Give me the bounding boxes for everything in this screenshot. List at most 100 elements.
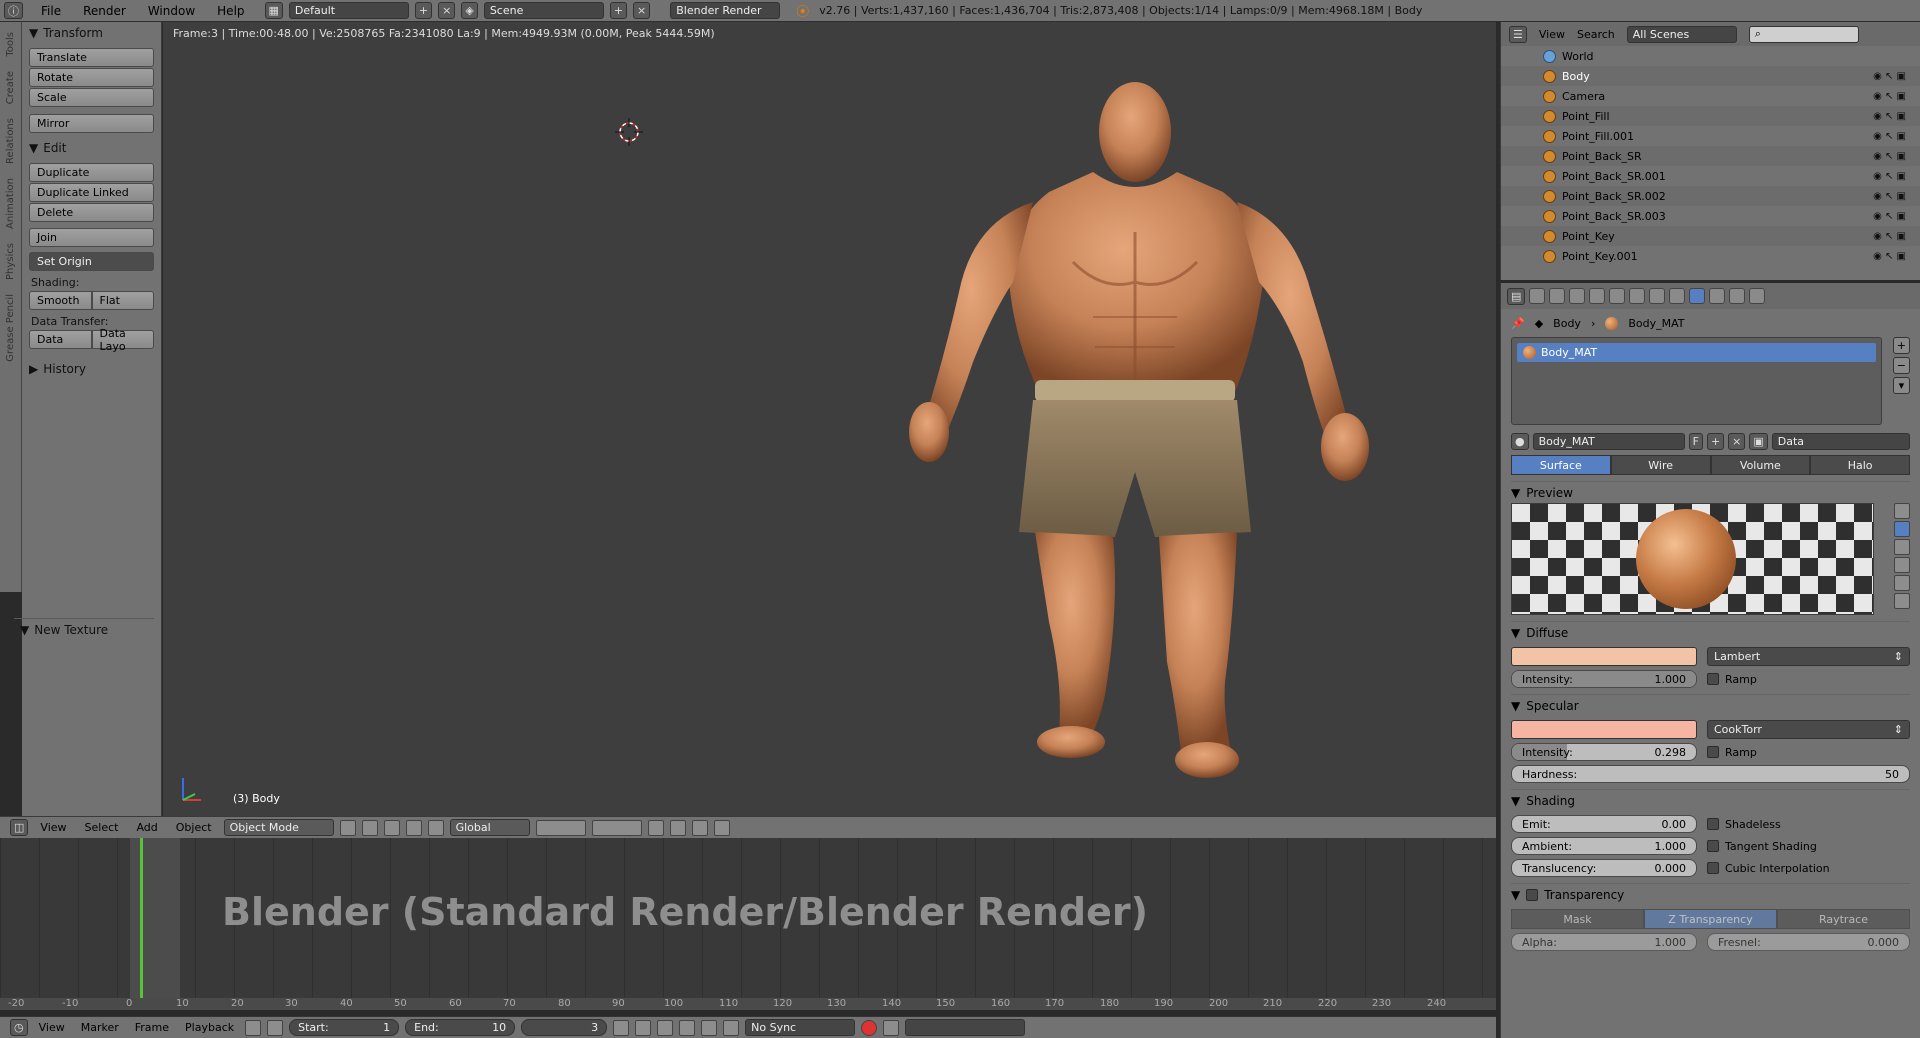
transparency-enable-checkbox[interactable]: [1526, 888, 1539, 901]
duplicate-linked-button[interactable]: Duplicate Linked: [29, 183, 154, 202]
outliner-item-lamp[interactable]: Point_Key.001 ◉ ↖ ▣: [1501, 246, 1920, 266]
3d-viewport[interactable]: Frame:3 | Time:00:48.00 | Ve:2508765 Fa:…: [163, 22, 1496, 830]
transparency-panel-header[interactable]: ▼ Transparency: [1511, 883, 1910, 905]
menu-render[interactable]: Render: [83, 4, 126, 18]
z-transparency-tab[interactable]: Z Transparency: [1644, 909, 1777, 929]
pivot-point-icon[interactable]: [361, 819, 378, 836]
play-icon[interactable]: [679, 1019, 696, 1036]
add-scene-icon[interactable]: +: [609, 2, 628, 19]
visibility-toggles[interactable]: ◉ ↖ ▣: [1873, 171, 1906, 182]
layer-lock-icon[interactable]: [647, 819, 664, 836]
join-button[interactable]: Join: [29, 228, 154, 247]
menu-file[interactable]: File: [41, 4, 61, 18]
jump-start-icon[interactable]: [613, 1019, 630, 1036]
mode-dropdown[interactable]: Object Mode: [223, 819, 334, 836]
outliner-item-lamp[interactable]: Point_Key ◉ ↖ ▣: [1501, 226, 1920, 246]
wire-tab[interactable]: Wire: [1610, 455, 1711, 475]
menu-search[interactable]: Search: [1577, 28, 1615, 41]
menu-help[interactable]: Help: [217, 4, 244, 18]
duplicate-button[interactable]: Duplicate: [29, 163, 154, 182]
preview-cube-icon[interactable]: [1894, 539, 1910, 555]
visibility-toggles[interactable]: ◉ ↖ ▣: [1873, 231, 1906, 242]
surface-tab[interactable]: Surface: [1511, 455, 1611, 475]
scene-field[interactable]: Scene: [483, 2, 604, 19]
remove-slot-icon[interactable]: −: [1892, 357, 1910, 374]
menu-window[interactable]: Window: [148, 4, 195, 18]
screen-layout-icon[interactable]: ▦: [264, 2, 283, 19]
manipulator-scale-icon[interactable]: [427, 819, 444, 836]
end-frame-field[interactable]: End: 10: [405, 1019, 516, 1036]
tab-grease-pencil[interactable]: Grease Pencil: [5, 290, 16, 366]
shading-panel-header[interactable]: ▼ Shading: [1511, 789, 1910, 811]
material-tab-icon[interactable]: [1689, 288, 1706, 304]
preview-flat-icon[interactable]: [1894, 503, 1910, 519]
visibility-toggles[interactable]: ◉ ↖ ▣: [1873, 191, 1906, 202]
remove-screen-icon[interactable]: ×: [438, 2, 456, 19]
outliner-item-lamp[interactable]: Point_Back_SR.002 ◉ ↖ ▣: [1501, 186, 1920, 206]
tab-animation[interactable]: Animation: [5, 174, 16, 233]
keying-set-icon[interactable]: [883, 1019, 900, 1036]
tab-create[interactable]: Create: [5, 67, 16, 108]
modifiers-tab-icon[interactable]: [1649, 288, 1666, 304]
tab-relations[interactable]: Relations: [5, 114, 16, 168]
menu-object[interactable]: Object: [176, 821, 212, 834]
preview-monkey-icon[interactable]: [1894, 557, 1910, 573]
preview-sky-icon[interactable]: [1894, 593, 1910, 609]
character-model[interactable]: [863, 62, 1423, 802]
diffuse-intensity-slider[interactable]: Intensity: 1.000: [1511, 670, 1697, 688]
visibility-toggles[interactable]: ◉ ↖ ▣: [1873, 251, 1906, 262]
outliner-item-camera[interactable]: Camera ◉ ↖ ▣: [1501, 86, 1920, 106]
visibility-toggles[interactable]: ◉ ↖ ▣: [1873, 211, 1906, 222]
unlink-material-icon[interactable]: ×: [1728, 432, 1746, 450]
current-frame-field[interactable]: 3: [521, 1019, 608, 1036]
proportional-edit-icon[interactable]: [669, 819, 686, 836]
visibility-toggles[interactable]: ◉ ↖ ▣: [1873, 111, 1906, 122]
specular-intensity-slider[interactable]: Intensity: 0.298: [1511, 743, 1697, 761]
rotate-button[interactable]: Rotate: [29, 68, 154, 87]
menu-frame[interactable]: Frame: [135, 1021, 169, 1034]
data-layout-button[interactable]: Data Layo: [91, 327, 154, 353]
diffuse-panel-header[interactable]: ▼ Diffuse: [1511, 621, 1910, 643]
material-name-field[interactable]: Body_MAT: [1532, 432, 1685, 450]
fresnel-field[interactable]: Fresnel: 0.000: [1707, 933, 1910, 951]
search-input[interactable]: ⌕: [1748, 25, 1859, 43]
menu-view[interactable]: View: [39, 1021, 65, 1034]
menu-select[interactable]: Select: [85, 821, 119, 834]
mirror-button[interactable]: Mirror: [29, 114, 154, 133]
editor-type-timeline-icon[interactable]: ◷: [10, 1019, 28, 1036]
translucency-field[interactable]: Translucency: 0.000: [1511, 859, 1697, 877]
layers-row-2[interactable]: [591, 819, 642, 836]
editor-type-3dview-icon[interactable]: ◫: [10, 819, 29, 836]
tab-physics[interactable]: Physics: [5, 239, 16, 284]
manipulator-translate-icon[interactable]: [383, 819, 400, 836]
timeline-editor[interactable]: Blender (Standard Render/Blender Render)…: [0, 838, 1496, 1010]
preview-hair-icon[interactable]: [1894, 575, 1910, 591]
editor-type-outliner-icon[interactable]: ☰: [1509, 25, 1527, 43]
diffuse-color-swatch[interactable]: [1511, 647, 1697, 666]
material-slot-list[interactable]: Body_MAT: [1511, 337, 1882, 425]
display-mode-dropdown[interactable]: All Scenes: [1626, 25, 1737, 43]
specular-shader-dropdown[interactable]: CookTorr ⇕: [1707, 720, 1910, 739]
specular-ramp-checkbox[interactable]: Ramp: [1707, 746, 1757, 759]
shadeless-checkbox[interactable]: Shadeless: [1707, 818, 1781, 831]
emit-field[interactable]: Emit: 0.00: [1511, 815, 1697, 833]
visibility-toggles[interactable]: ◉ ↖ ▣: [1873, 91, 1906, 102]
translate-button[interactable]: Translate: [29, 48, 154, 67]
fake-user-button[interactable]: F: [1688, 432, 1703, 450]
delete-button[interactable]: Delete: [29, 203, 154, 222]
record-icon[interactable]: [861, 1019, 878, 1036]
smooth-button[interactable]: Smooth: [29, 291, 92, 310]
snap-icon[interactable]: [691, 819, 708, 836]
render-engine-dropdown[interactable]: Blender Render: [670, 2, 781, 19]
render-layers-tab-icon[interactable]: [1549, 288, 1566, 304]
lock-range-icon[interactable]: [267, 1019, 284, 1036]
scene-tab-icon[interactable]: [1569, 288, 1586, 304]
outliner-item-world[interactable]: World: [1501, 46, 1920, 66]
render-tab-icon[interactable]: [1529, 288, 1546, 304]
jump-end-icon[interactable]: [723, 1019, 740, 1036]
hardness-field[interactable]: Hardness: 50: [1511, 765, 1910, 783]
layers-row-1[interactable]: [535, 819, 586, 836]
transform-orientation-dropdown[interactable]: Global: [449, 819, 530, 836]
preview-sphere-icon[interactable]: [1894, 521, 1910, 537]
outliner-item-lamp[interactable]: Point_Fill ◉ ↖ ▣: [1501, 106, 1920, 126]
